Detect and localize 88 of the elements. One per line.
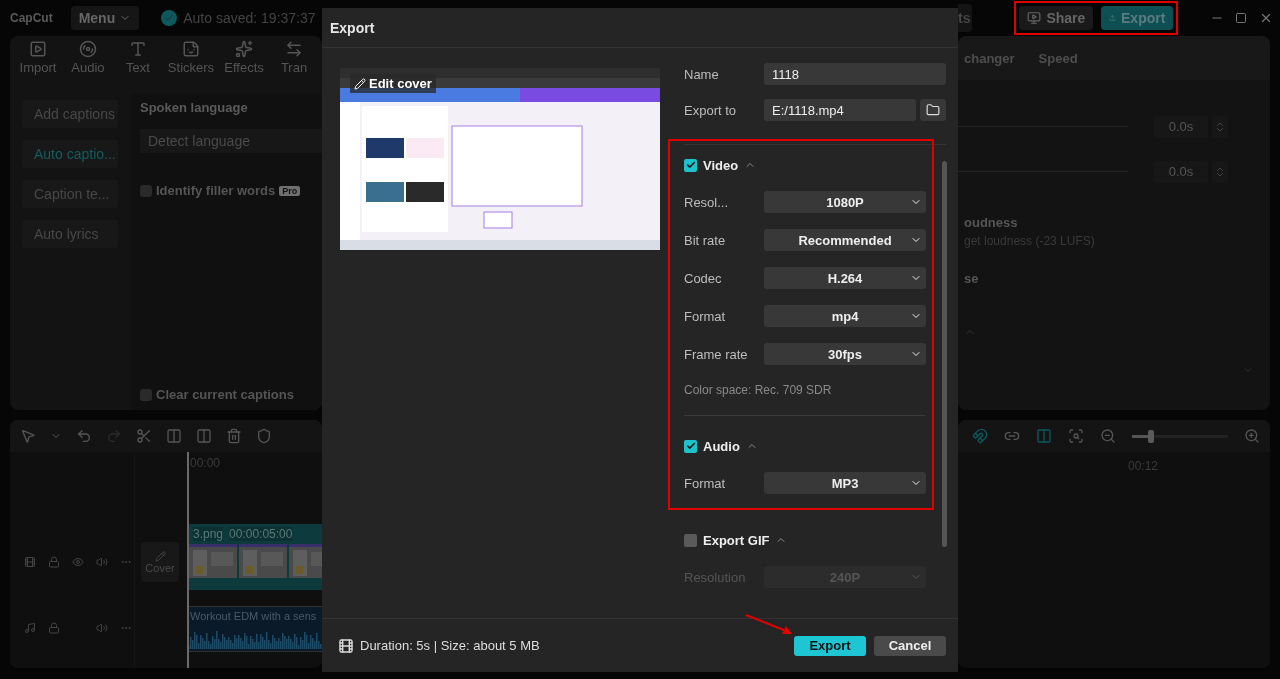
export-info: Duration: 5s | Size: about 5 MB	[360, 638, 540, 653]
slider-thumb[interactable]	[1148, 429, 1155, 443]
audio-track-icon	[24, 622, 36, 634]
checkbox-label: Identify filler words	[156, 183, 276, 198]
dropdown[interactable]: 30fps	[764, 343, 926, 365]
screen-icon	[1027, 11, 1042, 25]
section-heading: oudness	[964, 215, 1018, 230]
checkbox[interactable]	[684, 158, 697, 172]
section-title: Export GIF	[703, 532, 770, 548]
autosave-status: Auto saved: 19:37:37	[183, 10, 316, 26]
speaker-icon[interactable]	[96, 622, 108, 634]
zoom-in-icon[interactable]	[1244, 428, 1260, 444]
checkbox-label: Clear current captions	[156, 387, 294, 402]
edit-cover-button[interactable]: Edit cover	[350, 74, 436, 93]
pencil-icon	[354, 77, 366, 90]
clip-name: 3.png	[193, 527, 224, 541]
setting-label: Frame rate	[684, 346, 749, 362]
clip-name: Workout EDM with a sens	[189, 609, 318, 624]
sparkles-icon	[235, 40, 254, 58]
film-icon	[338, 637, 354, 654]
cancel-button[interactable]: Cancel	[874, 635, 946, 656]
dropdown[interactable]: H.264	[764, 267, 926, 289]
check-icon	[161, 10, 178, 26]
stepper-icon[interactable]	[1212, 115, 1228, 138]
speaker-icon[interactable]	[96, 556, 108, 568]
video-clip[interactable]: 3.png 00:00:05:00	[189, 524, 322, 590]
pro-badge: Pro	[279, 185, 301, 196]
audio-clip[interactable]: Workout EDM with a sens	[187, 606, 322, 652]
annotation-arrow	[745, 614, 792, 634]
dropdown[interactable]: Recommended	[764, 229, 926, 251]
checkbox[interactable]	[684, 533, 697, 547]
eye-icon[interactable]	[72, 556, 84, 568]
clip-duration: 00:00:05:00	[229, 527, 293, 541]
dialog-title: Export	[330, 19, 375, 36]
dropdown[interactable]: 1080P	[764, 191, 926, 213]
checkbox[interactable]	[140, 388, 152, 401]
undo-icon[interactable]	[76, 428, 92, 444]
name-field[interactable]: 1118	[764, 63, 946, 85]
setting-label: Format	[684, 475, 727, 491]
zoom-slider[interactable]	[1132, 429, 1228, 443]
toolbar-tab[interactable]: Audio	[67, 40, 108, 86]
lock-icon[interactable]	[48, 556, 60, 568]
section-heading: Spoken language	[140, 100, 249, 115]
time-field[interactable]: 0.0s	[1154, 115, 1208, 138]
setting-label: Codec	[684, 270, 723, 286]
select-tool-icon[interactable]	[20, 428, 36, 444]
arrows-icon	[285, 40, 303, 58]
field-label: Name	[684, 66, 720, 82]
checkbox[interactable]	[140, 184, 152, 197]
setting-label: Format	[684, 308, 727, 324]
export-button[interactable]: Export	[794, 635, 866, 656]
setting-label: Bit rate	[684, 232, 727, 248]
disc-icon	[78, 40, 97, 58]
dropdown[interactable]: mp4	[764, 305, 926, 327]
pencil-icon	[154, 550, 166, 562]
split-view-icon[interactable]	[1036, 428, 1052, 444]
toolbar-tab[interactable]: Stickers	[167, 40, 215, 86]
delete-icon[interactable]	[226, 428, 242, 444]
dropdown[interactable]: MP3	[764, 472, 926, 494]
toolbar-tab[interactable]: Effects	[224, 40, 265, 86]
toolbar-tab[interactable]: Import	[18, 40, 58, 86]
menu-button[interactable]: Menu	[70, 6, 140, 30]
zoom-out-icon[interactable]	[1100, 428, 1116, 444]
lock-icon[interactable]	[48, 622, 60, 634]
field-label: Export to	[684, 102, 738, 118]
caption-menu-item[interactable]: Auto captio...	[22, 140, 118, 168]
video-track-icon	[24, 556, 36, 568]
shield-icon[interactable]	[256, 428, 272, 444]
section-heading: se	[964, 270, 979, 286]
export-button[interactable]: Export	[1101, 6, 1174, 30]
setting-label: Resol...	[684, 194, 730, 210]
app-logo: CapCut	[10, 11, 53, 25]
media-icon	[28, 40, 47, 58]
folder-icon[interactable]	[920, 99, 946, 121]
split-icon[interactable]	[136, 428, 152, 444]
path-field[interactable]: E:/1118.mp4	[764, 99, 916, 121]
sticker-icon	[181, 40, 200, 58]
text-icon	[128, 40, 147, 58]
time-field[interactable]: 0.0s	[1154, 160, 1208, 183]
toolbar-tab[interactable]: Text	[117, 40, 158, 86]
section-title: Video	[703, 157, 739, 173]
toolbar-tab[interactable]: Tran	[274, 40, 314, 86]
stepper-icon[interactable]	[1212, 160, 1228, 183]
magnet-icon[interactable]	[972, 428, 988, 444]
color-space-text: Color space: Rec. 709 SDR	[684, 373, 926, 416]
section-title: Audio	[703, 438, 740, 454]
share-button[interactable]: Share	[1019, 6, 1094, 30]
checkbox[interactable]	[684, 439, 697, 453]
